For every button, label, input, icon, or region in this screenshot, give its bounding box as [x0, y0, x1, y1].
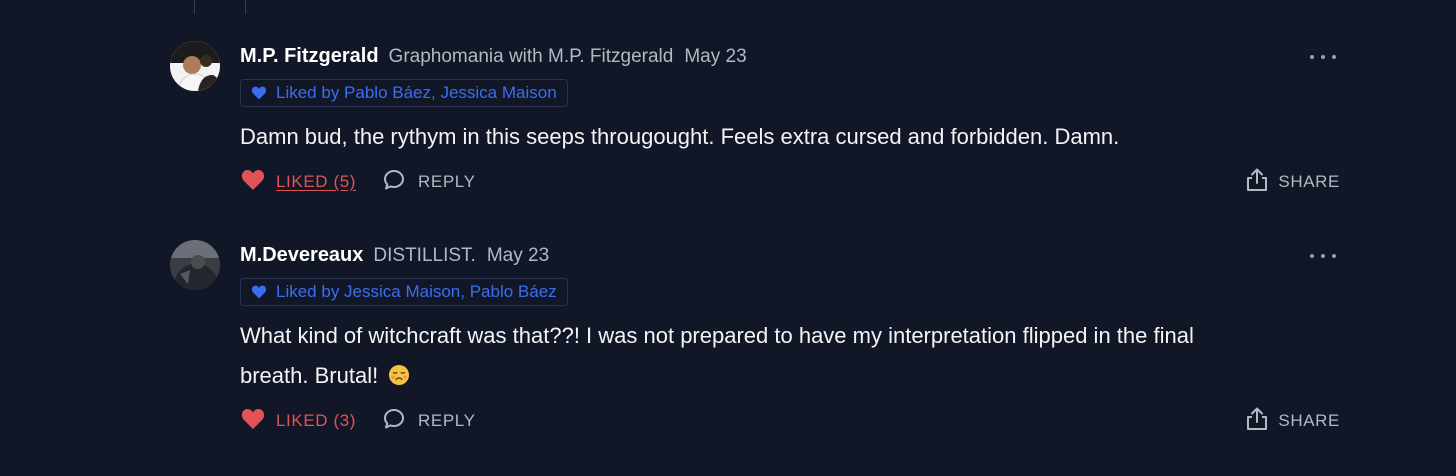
like-label: LIKED (3): [276, 411, 357, 430]
reply-label: REPLY: [418, 411, 476, 430]
comment-date[interactable]: May 23: [684, 42, 746, 72]
thread-line: [245, 0, 246, 14]
share-icon: [1246, 168, 1268, 197]
avatar[interactable]: [170, 41, 220, 91]
comment-bubble-icon: [382, 168, 406, 197]
face-emoji-icon: [388, 359, 410, 385]
heart-icon: [240, 408, 266, 435]
share-label: SHARE: [1278, 411, 1340, 430]
reply-button[interactable]: REPLY: [382, 168, 476, 197]
publication-name[interactable]: Graphomania with M.P. Fitzgerald: [389, 42, 674, 72]
comment-date[interactable]: May 23: [487, 241, 549, 271]
comment-text: Damn bud, the rythym in this seeps throu…: [240, 124, 1120, 149]
share-button[interactable]: SHARE: [1246, 407, 1340, 436]
like-button[interactable]: LIKED (3): [240, 408, 356, 435]
reply-label: REPLY: [418, 172, 476, 191]
liked-by-badge[interactable]: Liked by Pablo Báez, Jessica Maison: [240, 79, 568, 107]
more-options-icon[interactable]: [1310, 50, 1336, 64]
author-name[interactable]: M.P. Fitzgerald: [240, 41, 379, 71]
thread-line: [194, 0, 195, 14]
liked-by-text: Liked by Pablo Báez, Jessica Maison: [276, 83, 557, 102]
author-name[interactable]: M.Devereaux: [240, 240, 363, 270]
share-button[interactable]: SHARE: [1246, 168, 1340, 197]
liked-by-badge[interactable]: Liked by Jessica Maison, Pablo Báez: [240, 278, 568, 306]
comment-text-line: What kind of witchcraft was that??! I wa…: [240, 323, 1194, 348]
more-options-icon[interactable]: [1310, 249, 1336, 263]
share-label: SHARE: [1278, 172, 1340, 191]
publication-name[interactable]: DISTILLIST.: [373, 241, 475, 271]
comment-text-line: breath. Brutal!: [240, 363, 379, 388]
avatar[interactable]: [170, 240, 220, 290]
comment-thread: M.P. Fitzgerald Graphomania with M.P. Fi…: [0, 0, 1456, 476]
liked-by-text: Liked by Jessica Maison, Pablo Báez: [276, 282, 557, 301]
comment-actions: LIKED (3) REPLY SHARE: [240, 407, 1356, 436]
heart-icon: [240, 169, 266, 196]
share-icon: [1246, 407, 1268, 436]
comment-text: What kind of witchcraft was that??! I wa…: [240, 316, 1340, 396]
heart-icon: [251, 285, 267, 299]
heart-icon: [251, 86, 267, 100]
comment-actions: LIKED (5) REPLY SHARE: [240, 168, 1356, 197]
like-label: LIKED (5): [276, 172, 357, 191]
comment-bubble-icon: [382, 407, 406, 436]
reply-button[interactable]: REPLY: [382, 407, 476, 436]
like-button[interactable]: LIKED (5): [240, 169, 356, 196]
